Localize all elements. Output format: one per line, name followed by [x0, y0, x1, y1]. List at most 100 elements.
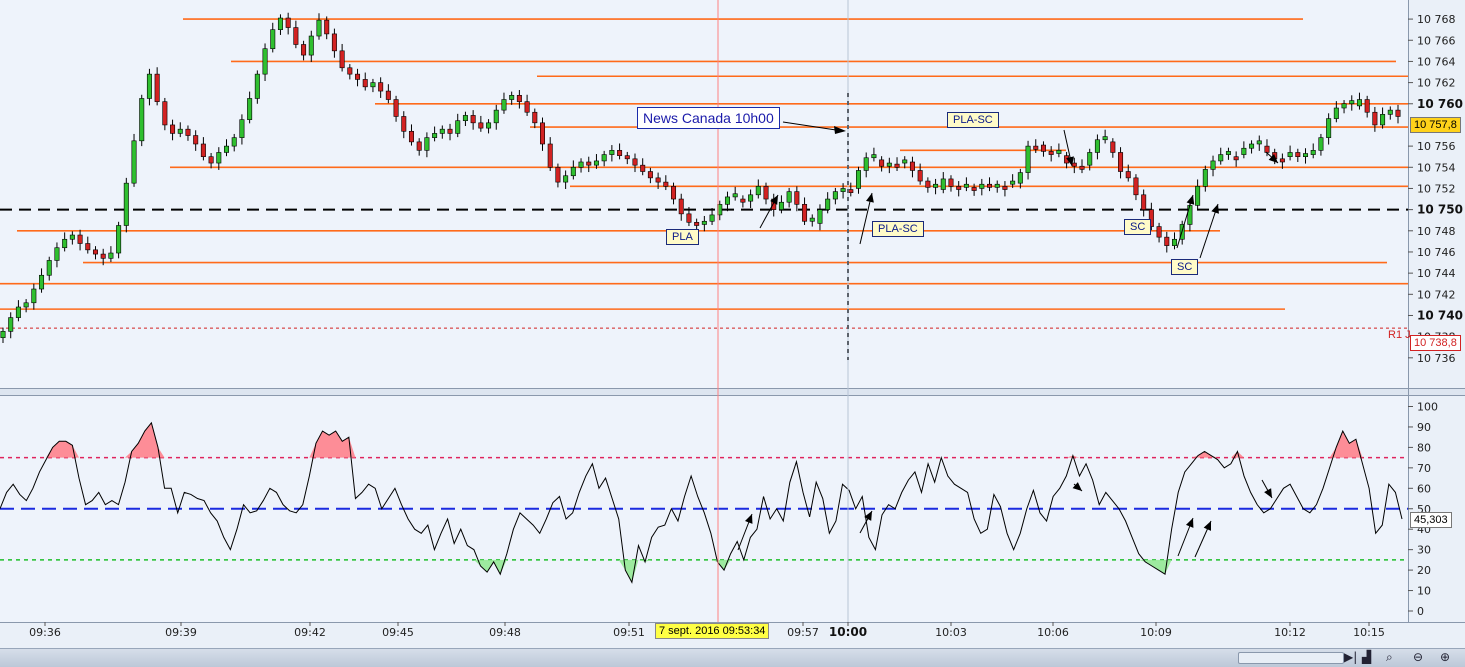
horizontal-scrollbar[interactable] — [1238, 652, 1344, 664]
news-annotation[interactable]: News Canada 10h00 — [637, 107, 780, 129]
candle-down — [408, 130, 414, 143]
candle-up — [23, 302, 29, 308]
candle-down — [393, 99, 399, 117]
candle-up — [370, 82, 376, 88]
candle-down — [170, 124, 176, 134]
price-tick-label: 10 766 — [1417, 34, 1456, 47]
candle-down — [1295, 152, 1301, 157]
candle-up — [62, 238, 68, 249]
candle-up — [817, 209, 823, 224]
candle-up — [1241, 147, 1247, 155]
time-tick-label: 10:15 — [1353, 626, 1385, 639]
candle-up — [871, 154, 877, 159]
pla-sc-annotation-lower[interactable]: PLA-SC — [872, 221, 924, 237]
candle-up — [0, 331, 6, 339]
candle-up — [855, 170, 861, 189]
candle-down — [532, 111, 538, 124]
candle-down — [655, 177, 661, 183]
candle-down — [1048, 151, 1054, 155]
sc-annotation-upper[interactable]: SC — [1124, 219, 1152, 235]
sc-annotation-lower[interactable]: SC — [1171, 259, 1199, 275]
candle-up — [1341, 103, 1347, 109]
rsi-tick-label: 80 — [1417, 441, 1431, 454]
candle-up — [609, 150, 615, 155]
last-price-label: 10 757,8 — [1410, 117, 1461, 133]
rsi-tick-label: 70 — [1417, 462, 1431, 475]
zoom-out-icon[interactable]: ⊖ — [1413, 650, 1423, 664]
candle-up — [1310, 150, 1316, 155]
chart-type-icon[interactable]: ▟ — [1362, 650, 1371, 664]
pla-sc-annotation-upper[interactable]: PLA-SC — [947, 112, 999, 128]
candle-down — [77, 234, 83, 244]
pla-annotation[interactable]: PLA — [666, 229, 699, 245]
candle-down — [324, 19, 330, 35]
candle-up — [933, 183, 939, 188]
candle-down — [339, 50, 345, 69]
candle-up — [8, 317, 14, 332]
candle-down — [632, 158, 638, 166]
candle-up — [1380, 114, 1386, 126]
candle-up — [424, 137, 430, 151]
candle-down — [347, 67, 353, 75]
candle-up — [501, 99, 507, 111]
trading-chart[interactable]: 10 768 10 766 10 764 10 762 10 760 10 756 10 7… — [0, 0, 1465, 666]
candle-up — [1195, 186, 1201, 206]
candle-up — [262, 48, 268, 75]
candle-up — [578, 161, 584, 168]
candle-up — [308, 35, 314, 56]
scroll-right-icon[interactable]: ▶| — [1344, 650, 1357, 664]
zoom-selection-icon[interactable]: ⌕ — [1386, 650, 1393, 665]
candle-down — [1071, 162, 1077, 167]
candle-down — [1033, 145, 1039, 150]
candle-down — [647, 171, 653, 179]
rsi-tick-label: 60 — [1417, 482, 1431, 495]
rsi-tick-label: 10 — [1417, 585, 1431, 598]
candle-down — [971, 187, 977, 191]
candle-down — [586, 161, 592, 166]
candle-up — [46, 260, 52, 276]
candle-up — [994, 183, 1000, 188]
candle-up — [432, 133, 438, 138]
candle-down — [624, 155, 630, 160]
candle-down — [1233, 156, 1239, 161]
rsi-tick-label: 100 — [1417, 401, 1438, 414]
candle-up — [1356, 99, 1362, 107]
candle-up — [439, 128, 445, 134]
candle-up — [748, 194, 754, 202]
candle-down — [740, 198, 746, 203]
price-tick-label: 10 756 — [1417, 140, 1456, 153]
candle-up — [486, 122, 492, 129]
candle-up — [146, 73, 152, 99]
candle-up — [755, 186, 761, 196]
candle-down — [555, 166, 561, 183]
time-tick-label: 09:57 — [787, 626, 819, 639]
candle-up — [1326, 118, 1332, 138]
candle-up — [1056, 150, 1062, 154]
candle-up — [863, 157, 869, 171]
candle-down — [547, 143, 553, 168]
candle-down — [909, 161, 915, 171]
price-tick-label: 10 752 — [1417, 182, 1456, 195]
candle-up — [1387, 109, 1393, 115]
price-tick-label: 10 764 — [1417, 55, 1456, 68]
candle-up — [455, 120, 461, 134]
candle-up — [1218, 154, 1224, 162]
candle-down — [917, 170, 923, 182]
candle-up — [509, 95, 515, 100]
candle-down — [362, 79, 368, 88]
candle-up — [701, 220, 707, 225]
candle-down — [925, 180, 931, 188]
zoom-in-icon[interactable]: ⊕ — [1440, 650, 1450, 664]
candle-down — [1156, 226, 1162, 238]
candle-up — [1094, 139, 1100, 153]
rsi-tick-label: 20 — [1417, 564, 1431, 577]
candle-up — [963, 183, 969, 188]
candle-up — [277, 17, 283, 30]
candle-up — [254, 73, 260, 99]
candle-up — [54, 247, 60, 261]
candle-up — [1318, 137, 1324, 151]
candle-up — [177, 128, 183, 134]
candle-down — [200, 143, 206, 157]
price-tick-label: 10 742 — [1417, 288, 1456, 301]
candle-up — [1102, 136, 1108, 141]
